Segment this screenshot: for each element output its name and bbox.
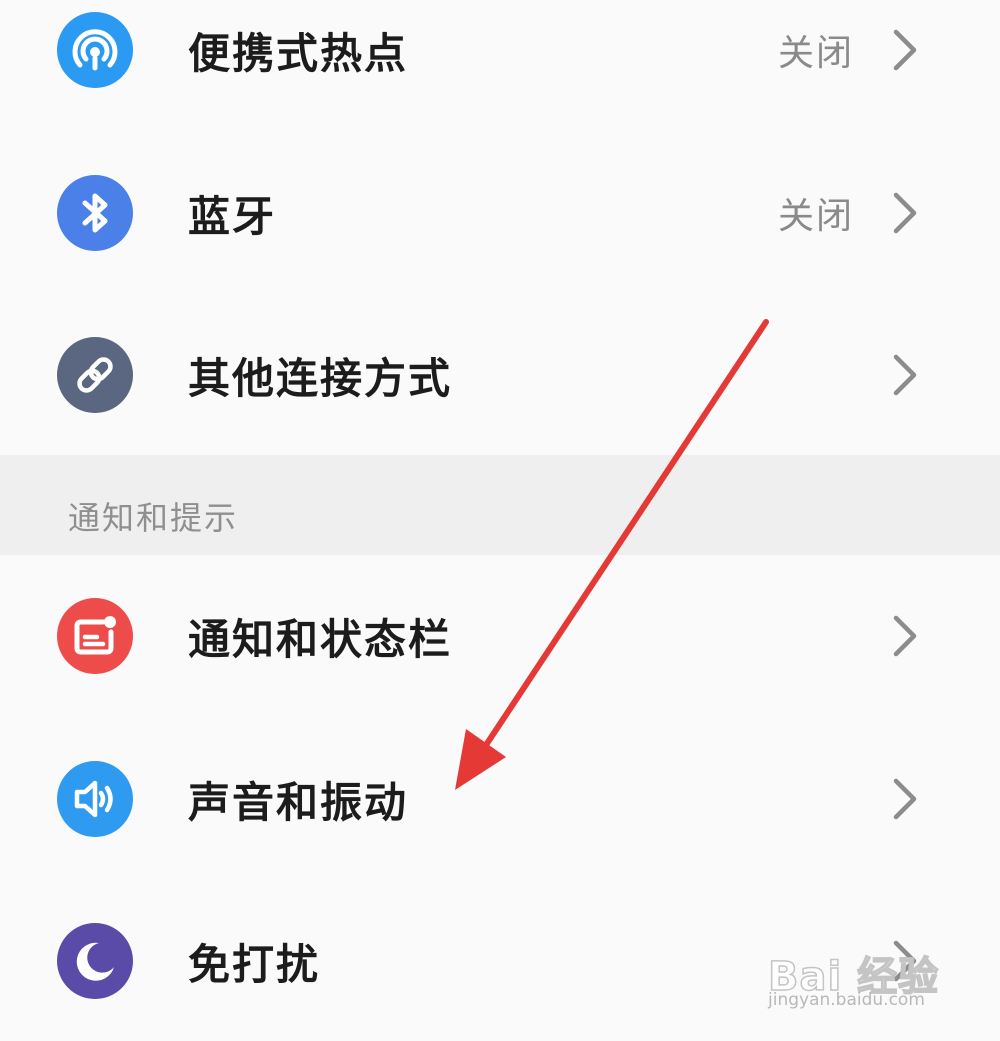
settings-item-label: 蓝牙 xyxy=(188,191,277,241)
chevron-right-icon xyxy=(893,940,917,982)
settings-item-hotspot[interactable]: 便携式热点 关闭 xyxy=(0,0,1000,120)
chevron-right-icon xyxy=(893,615,917,657)
hotspot-icon xyxy=(57,12,133,88)
chevron-right-icon xyxy=(893,29,917,71)
settings-item-do-not-disturb[interactable]: 免打扰 xyxy=(0,891,1000,1031)
chevron-right-icon xyxy=(893,192,917,234)
settings-item-sound[interactable]: 声音和振动 xyxy=(0,729,1000,869)
settings-item-label: 其他连接方式 xyxy=(188,353,453,403)
link-icon xyxy=(57,337,133,413)
settings-page: 便携式热点 关闭 蓝牙 关闭 其他连接方式 通知和提示 通知和状态栏 声音和振动… xyxy=(0,0,1000,1041)
settings-item-bluetooth[interactable]: 蓝牙 关闭 xyxy=(0,143,1000,283)
bluetooth-icon xyxy=(57,175,133,251)
settings-item-label: 声音和振动 xyxy=(188,777,409,827)
settings-item-label: 免打扰 xyxy=(188,939,321,989)
notification-icon xyxy=(57,598,133,674)
settings-item-other-connections[interactable]: 其他连接方式 xyxy=(0,305,1000,445)
chevron-right-icon xyxy=(893,354,917,396)
moon-icon xyxy=(57,923,133,999)
settings-item-label: 便携式热点 xyxy=(188,28,409,78)
settings-item-notifications[interactable]: 通知和状态栏 xyxy=(0,566,1000,706)
bluetooth-status: 关闭 xyxy=(777,196,854,237)
speaker-icon xyxy=(57,761,133,837)
section-header-notifications: 通知和提示 xyxy=(0,455,1000,555)
chevron-right-icon xyxy=(893,778,917,820)
settings-item-label: 通知和状态栏 xyxy=(188,614,453,664)
hotspot-status: 关闭 xyxy=(777,33,854,74)
section-title: 通知和提示 xyxy=(68,499,239,537)
